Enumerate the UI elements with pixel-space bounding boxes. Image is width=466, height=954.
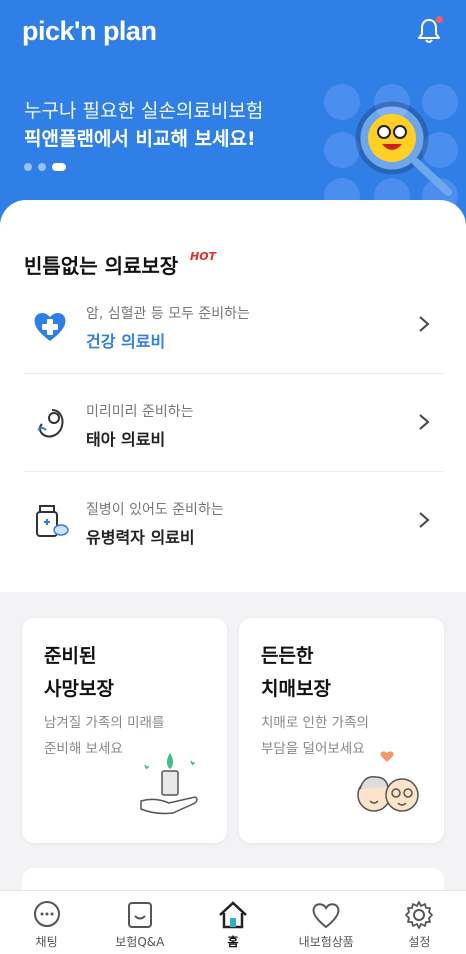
hero-title: 픽앤플랜에서 비교해 보세요! — [24, 128, 256, 150]
item-subtitle: 미리미리 준비하는 — [86, 404, 194, 420]
candle-hand-icon — [140, 753, 198, 815]
chevron-right-icon — [419, 414, 430, 430]
bottom-tab-bar: 채팅 보험Q&A 홈 내보험상품 설정 — [0, 890, 466, 954]
item-title: 유병력자 의료비 — [86, 528, 195, 547]
carousel-dot[interactable] — [24, 163, 32, 171]
heart-icon — [312, 903, 340, 929]
fetus-icon — [37, 409, 64, 438]
tab-chat[interactable]: 채팅 — [0, 891, 93, 954]
item-subtitle: 질병이 있어도 준비하는 — [86, 502, 224, 518]
medicine-bottle-icon — [36, 505, 69, 537]
card-title: 준비된 사망보장 — [44, 645, 114, 700]
chevron-right-icon — [419, 512, 430, 528]
tab-my-insurance[interactable]: 내보험상품 — [280, 891, 373, 954]
qna-icon — [127, 902, 152, 928]
chat-icon — [33, 901, 60, 927]
list-item-preexisting-medical[interactable]: 질병이 있어도 준비하는 유병력자 의료비 — [24, 472, 444, 570]
tab-settings[interactable]: 설정 — [373, 891, 466, 954]
list-item-health-medical[interactable]: 암, 심혈관 등 모두 준비하는 건강 의료비 — [24, 276, 444, 374]
hot-badge: HOT — [190, 250, 217, 263]
home-icon — [219, 901, 247, 929]
chevron-right-icon — [419, 316, 430, 332]
tab-home[interactable]: 홈 — [186, 891, 279, 954]
dementia-coverage-card[interactable]: 든든한 치매보장 치매로 인한 가족의 부담을 덜어보세요 — [239, 618, 444, 843]
medical-coverage-section: 빈틈없는 의료보장 HOT 암, 심혈관 등 모두 준비하는 건강 의료비 미리… — [0, 200, 466, 592]
carousel-dot[interactable] — [38, 163, 46, 171]
elderly-couple-icon — [357, 751, 419, 812]
card-title: 든든한 치매보장 — [261, 645, 331, 700]
carousel-dot-active[interactable] — [52, 163, 66, 171]
tab-qna[interactable]: 보험Q&A — [93, 891, 186, 954]
section-title: 빈틈없는 의료보장 — [24, 254, 179, 278]
magnifier-emoji-illustration — [324, 84, 458, 210]
gear-icon — [405, 901, 434, 929]
item-title: 태아 의료비 — [86, 430, 166, 449]
app-logo: pick'n plan — [22, 16, 157, 46]
hero-subtitle: 누구나 필요한 실손의료비보험 — [24, 100, 264, 122]
list-item-fetus-medical[interactable]: 미리미리 준비하는 태아 의료비 — [24, 374, 444, 472]
hero-banner[interactable]: pick'n plan 누구나 필요한 실손의료비보험 픽앤플랜에서 비교해 보… — [0, 0, 466, 230]
item-title: 건강 의료비 — [86, 332, 166, 351]
item-subtitle: 암, 심혈관 등 모두 준비하는 — [86, 306, 250, 322]
notification-dot — [436, 16, 443, 23]
heart-plus-icon — [34, 312, 66, 341]
death-coverage-card[interactable]: 준비된 사망보장 남겨질 가족의 미래를 준비해 보세요 — [22, 618, 227, 843]
carousel-indicator — [24, 163, 66, 171]
